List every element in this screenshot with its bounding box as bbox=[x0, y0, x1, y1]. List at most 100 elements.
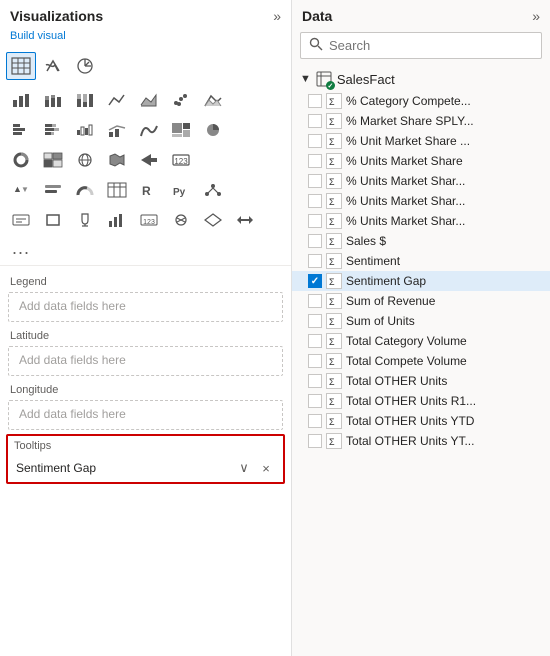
tree-item[interactable]: Σ% Units Market Shar... bbox=[292, 171, 550, 191]
vis-icon-arrow[interactable] bbox=[134, 146, 164, 174]
tree-item-checkbox[interactable] bbox=[308, 174, 322, 188]
tree-item-checkbox[interactable] bbox=[308, 334, 322, 348]
vis-icon-shape[interactable] bbox=[38, 206, 68, 234]
legend-drop-area[interactable]: Add data fields here bbox=[8, 292, 283, 322]
svg-text:▼: ▼ bbox=[21, 185, 29, 194]
vis-row-5: 123 bbox=[6, 206, 285, 234]
latitude-drop-area[interactable]: Add data fields here bbox=[8, 346, 283, 376]
vis-icon-chart-bar2[interactable] bbox=[102, 206, 132, 234]
tooltip-chevron-btn[interactable]: ∨ bbox=[235, 459, 253, 477]
vis-icon-combo[interactable] bbox=[102, 116, 132, 144]
tree-item-checkbox[interactable] bbox=[308, 234, 322, 248]
vis-icon-123[interactable]: 123 bbox=[134, 206, 164, 234]
vis-icon-card[interactable]: 123 bbox=[166, 146, 196, 174]
tree-item[interactable]: Σ% Unit Market Share ... bbox=[292, 131, 550, 151]
tree-item[interactable]: ΣSales $ bbox=[292, 231, 550, 251]
tree-item[interactable]: ΣTotal OTHER Units YTD bbox=[292, 411, 550, 431]
vis-icon-area[interactable] bbox=[134, 86, 164, 114]
vis-icon-stacked-bar[interactable] bbox=[38, 86, 68, 114]
vis-more-dots[interactable]: ... bbox=[6, 236, 285, 261]
vis-icon-text[interactable] bbox=[6, 206, 36, 234]
tree-item-checkbox[interactable] bbox=[308, 194, 322, 208]
tree-item-checkbox[interactable] bbox=[308, 94, 322, 108]
tree-item-label: % Category Compete... bbox=[346, 94, 471, 108]
tree-item[interactable]: Σ% Category Compete... bbox=[292, 91, 550, 111]
tree-item[interactable]: ΣTotal OTHER Units YT... bbox=[292, 431, 550, 451]
tree-item-checkbox[interactable] bbox=[308, 414, 322, 428]
vis-icon-donut[interactable] bbox=[6, 146, 36, 174]
vis-icon-pie[interactable] bbox=[198, 116, 228, 144]
tree-item[interactable]: Σ% Units Market Share bbox=[292, 151, 550, 171]
data-panel-expand-icon[interactable]: » bbox=[532, 8, 540, 24]
vis-icon-ribbon[interactable] bbox=[134, 116, 164, 144]
vis-icon-analytics[interactable] bbox=[70, 52, 100, 80]
search-box bbox=[300, 32, 542, 59]
salesfact-label: SalesFact bbox=[337, 72, 395, 87]
tree-item-checkbox[interactable] bbox=[308, 134, 322, 148]
vis-icon-matrix[interactable] bbox=[38, 146, 68, 174]
tree-item[interactable]: ΣTotal OTHER Units bbox=[292, 371, 550, 391]
vis-icon-table2[interactable] bbox=[102, 176, 132, 204]
svg-text:Σ: Σ bbox=[329, 137, 335, 147]
tree-item-checkbox[interactable] bbox=[308, 354, 322, 368]
search-input[interactable] bbox=[329, 38, 533, 53]
tree-item-checkbox[interactable] bbox=[308, 274, 322, 288]
tree-item[interactable]: Σ% Units Market Shar... bbox=[292, 191, 550, 211]
tree-item[interactable]: ΣTotal OTHER Units R1... bbox=[292, 391, 550, 411]
vis-icon-diamond[interactable] bbox=[198, 206, 228, 234]
vis-icon-kpi[interactable]: ▲▼ bbox=[6, 176, 36, 204]
tree-item-checkbox[interactable] bbox=[308, 114, 322, 128]
tree-parent-chevron: ▼ bbox=[300, 73, 311, 85]
tree-item[interactable]: Σ% Market Share SPLY... bbox=[292, 111, 550, 131]
tree-item[interactable]: ΣSentiment Gap bbox=[292, 271, 550, 291]
vis-icon-format[interactable] bbox=[38, 52, 68, 80]
tree-item-checkbox[interactable] bbox=[308, 314, 322, 328]
vis-icon-mountain[interactable] bbox=[198, 86, 228, 114]
tree-item-checkbox[interactable] bbox=[308, 434, 322, 448]
tree-item-checkbox[interactable] bbox=[308, 214, 322, 228]
vis-icon-custom1[interactable] bbox=[166, 206, 196, 234]
tree-item-checkbox[interactable] bbox=[308, 254, 322, 268]
vis-icon-globe[interactable] bbox=[70, 146, 100, 174]
tree-item[interactable]: ΣTotal Category Volume bbox=[292, 331, 550, 351]
vis-icon-treemap[interactable] bbox=[166, 116, 196, 144]
build-visual-label[interactable]: Build visual bbox=[0, 28, 291, 48]
visualizations-expand-icon[interactable]: » bbox=[273, 8, 281, 24]
vis-icon-hstacked[interactable] bbox=[38, 116, 68, 144]
vis-icon-filled-map[interactable] bbox=[102, 146, 132, 174]
tree-item-checkbox[interactable] bbox=[308, 394, 322, 408]
tooltip-close-btn[interactable]: × bbox=[257, 459, 275, 477]
vis-icon-decomp[interactable] bbox=[198, 176, 228, 204]
svg-text:Σ: Σ bbox=[329, 217, 335, 227]
tree-item-checkbox[interactable] bbox=[308, 294, 322, 308]
tree-item-label: Total Compete Volume bbox=[346, 354, 467, 368]
vis-icon-hbar[interactable] bbox=[6, 116, 36, 144]
vis-icon-line[interactable] bbox=[102, 86, 132, 114]
vis-icon-100pct-bar[interactable] bbox=[70, 86, 100, 114]
vis-icon-slicer[interactable] bbox=[38, 176, 68, 204]
vis-icon-waterfall[interactable] bbox=[70, 116, 100, 144]
tree-item-checkbox[interactable] bbox=[308, 154, 322, 168]
tree-item-checkbox[interactable] bbox=[308, 374, 322, 388]
vis-icon-arrows2[interactable] bbox=[230, 206, 260, 234]
vis-icon-scatter[interactable] bbox=[166, 86, 196, 114]
vis-top-row bbox=[6, 52, 285, 80]
visualizations-title: Visualizations bbox=[10, 8, 103, 24]
vis-icon-r[interactable]: R bbox=[134, 176, 164, 204]
tree-item[interactable]: Σ% Units Market Shar... bbox=[292, 211, 550, 231]
tree-item[interactable]: ΣSum of Revenue bbox=[292, 291, 550, 311]
tree-item[interactable]: ΣSentiment bbox=[292, 251, 550, 271]
vis-icon-bar[interactable] bbox=[6, 86, 36, 114]
longitude-drop-area[interactable]: Add data fields here bbox=[8, 400, 283, 430]
tree-item-label: Total OTHER Units YT... bbox=[346, 434, 474, 448]
svg-text:Σ: Σ bbox=[329, 317, 335, 327]
field-group-longitude: Longitude Add data fields here bbox=[0, 380, 291, 430]
vis-icon-py[interactable]: Py bbox=[166, 176, 196, 204]
field-sigma-icon: Σ bbox=[326, 233, 342, 249]
tree-item[interactable]: ΣTotal Compete Volume bbox=[292, 351, 550, 371]
tree-parent-salesfact[interactable]: ▼ ✓ SalesFact bbox=[292, 67, 550, 91]
vis-icon-table[interactable] bbox=[6, 52, 36, 80]
vis-icon-trophy[interactable] bbox=[70, 206, 100, 234]
tree-item[interactable]: ΣSum of Units bbox=[292, 311, 550, 331]
vis-icon-gauge[interactable] bbox=[70, 176, 100, 204]
